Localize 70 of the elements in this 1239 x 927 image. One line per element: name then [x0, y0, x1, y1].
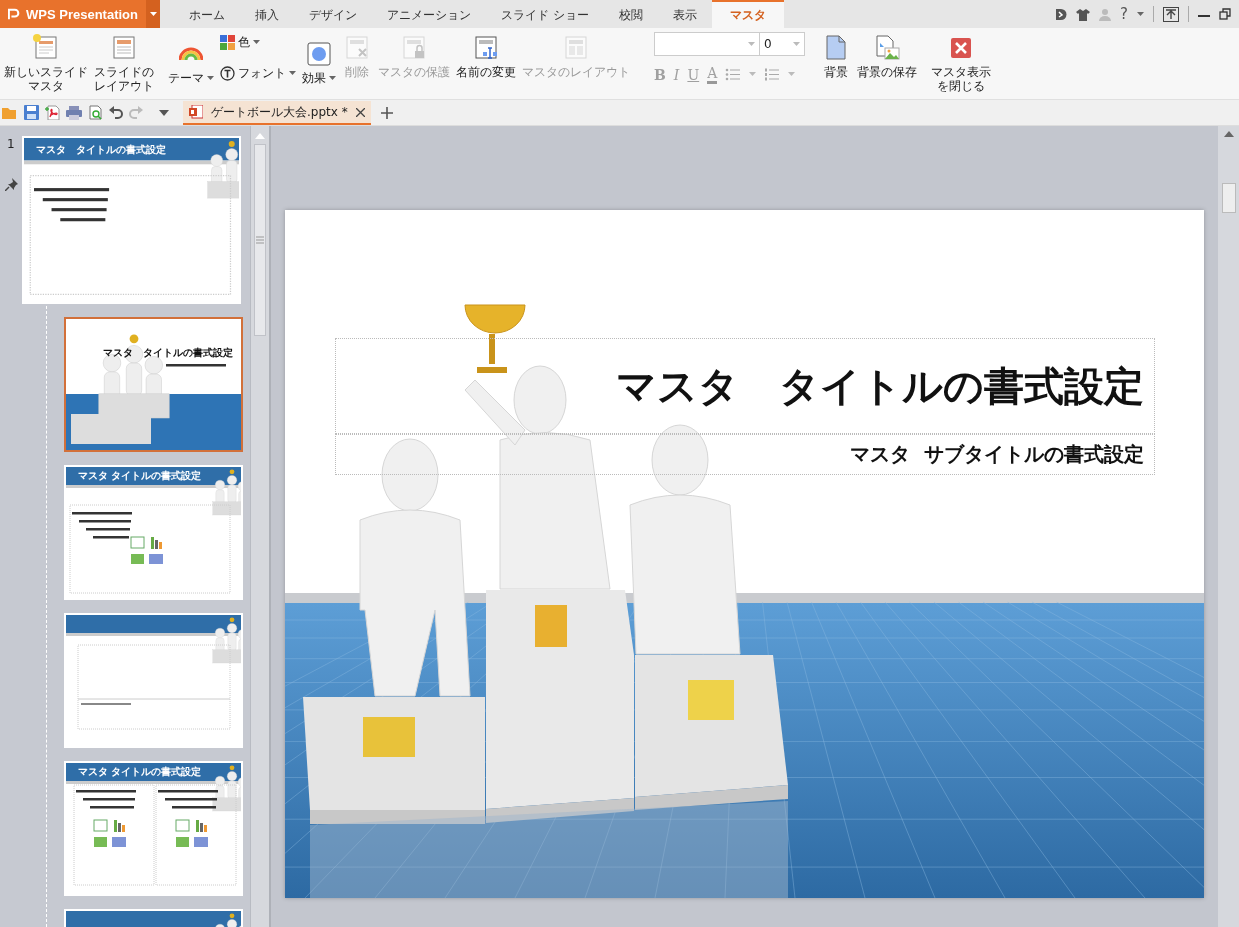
preview-icon[interactable]	[88, 105, 103, 120]
menu-tab[interactable]: 挿入	[240, 0, 294, 28]
background-button[interactable]: 背景	[819, 32, 853, 81]
close-master-view-button[interactable]: マスタ表示を閉じる	[929, 32, 993, 95]
shirt-icon[interactable]	[1076, 7, 1091, 21]
pdf-icon[interactable]	[45, 105, 60, 120]
upload-icon[interactable]	[1163, 6, 1179, 22]
slide-title[interactable]: マスタ タイトルの書式設定	[335, 338, 1155, 434]
caret-icon	[289, 71, 296, 76]
menu-tab[interactable]: アニメーション	[372, 0, 486, 28]
menu-tab[interactable]: 表示	[657, 0, 712, 28]
print-icon[interactable]	[66, 105, 82, 120]
rename-button[interactable]: 名前の変更	[454, 32, 518, 81]
undo-icon[interactable]	[109, 105, 123, 120]
slide-thumbnail[interactable]: マスタ タイトルの書式設定	[64, 317, 243, 452]
caret-icon	[253, 40, 260, 45]
skin-icon[interactable]	[1054, 7, 1068, 21]
thumbnail-title: マスタ タイトルの書式設定	[35, 144, 166, 156]
save-background-button[interactable]: 背景の保存	[855, 32, 919, 81]
app-dropdown-button[interactable]	[146, 0, 160, 28]
thumbnail-title: マスタ タイトルの書式設定	[103, 347, 233, 359]
close-tab-icon[interactable]	[356, 107, 365, 117]
effects-button[interactable]: 効果	[300, 38, 338, 87]
new-tab-icon[interactable]	[381, 106, 393, 119]
trophy-drawing	[464, 304, 526, 373]
caret-icon	[329, 75, 336, 81]
app-logo-icon	[8, 7, 21, 21]
rename-icon	[472, 34, 500, 62]
caret-icon	[149, 11, 157, 17]
document-tab[interactable]: ゲートボール大会.pptx *	[183, 101, 371, 125]
caret-icon	[749, 72, 757, 77]
slide-layout-button[interactable]: スライドのレイアウト	[92, 32, 156, 95]
scroll-up-icon[interactable]	[1223, 130, 1234, 138]
new-master-button[interactable]: 新しいスライドマスタ	[2, 32, 90, 95]
caret-icon	[1137, 11, 1144, 17]
layout-grid-icon	[562, 34, 590, 62]
theme-button[interactable]: テーマ	[166, 38, 216, 87]
restore-icon[interactable]	[1219, 8, 1231, 20]
lock-icon	[400, 34, 428, 62]
menu-tab[interactable]: マスタ	[711, 0, 784, 28]
delete-icon	[343, 34, 371, 62]
menu-tab[interactable]: 校閲	[603, 0, 658, 28]
slide-subtitle[interactable]: マスタ サブタイトルの書式設定	[335, 434, 1155, 475]
slide-number: 1	[6, 136, 16, 151]
scrollbar-thumb[interactable]	[1221, 183, 1236, 213]
font-t-icon	[220, 66, 235, 81]
font-button[interactable]: フォント	[218, 65, 298, 82]
slide-thumbnail[interactable]: マスタ タイトルの書式設定	[21, 136, 241, 304]
layout-icon	[110, 34, 138, 62]
thumbnail-title: マスタ タイトルの書式設定	[78, 766, 201, 778]
picture-document-icon	[873, 34, 901, 62]
thumbnail-title: マスタ タイトルの書式設定	[78, 470, 201, 482]
presentation-file-icon	[189, 105, 203, 119]
rainbow-icon	[179, 47, 203, 61]
menu-tab[interactable]: デザイン	[294, 0, 372, 28]
app-name: WPS Presentation	[26, 6, 138, 22]
menu-tab[interactable]: スライド ショー	[486, 0, 604, 28]
color-button[interactable]: 色	[218, 34, 298, 51]
save-icon[interactable]	[24, 105, 39, 120]
caret-icon	[788, 72, 796, 77]
pin-icon[interactable]	[5, 178, 18, 191]
caret-icon	[207, 75, 214, 81]
menu-tab[interactable]: ホーム	[174, 0, 240, 28]
slide-thumbnail[interactable]: マスタ タイトルの書式設定	[64, 465, 243, 600]
help-button[interactable]: ?	[1120, 5, 1128, 23]
new-slide-icon	[32, 34, 60, 62]
dropdown-icon[interactable]	[159, 109, 169, 116]
scrollbar-thumb[interactable]	[254, 144, 266, 336]
slide-thumbnail[interactable]: マスタ タイトルの書式設定	[64, 761, 243, 896]
color-grid-icon	[220, 35, 235, 50]
